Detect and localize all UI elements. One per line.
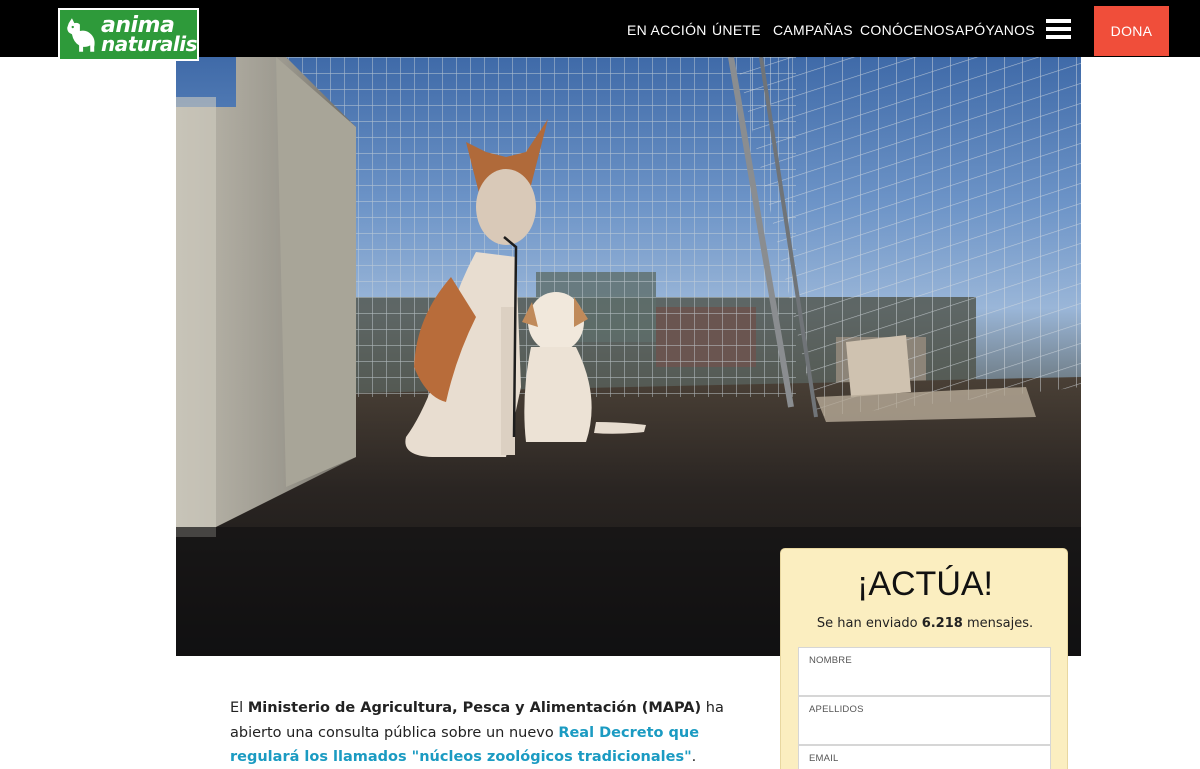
nav-unete[interactable]: ÚNETE bbox=[712, 22, 761, 38]
action-petition-box: ¡ACTÚA! Se han enviado 6.218 mensajes. N… bbox=[780, 548, 1068, 769]
cat-logo-icon bbox=[67, 17, 95, 52]
apellidos-input[interactable] bbox=[809, 719, 1039, 741]
anima-naturalis-logo[interactable]: anima naturalis bbox=[58, 8, 199, 61]
article-paragraph: El Ministerio de Agricultura, Pesca y Al… bbox=[230, 696, 730, 769]
nombre-field[interactable]: NOMBRE bbox=[798, 647, 1051, 696]
article-body: El Ministerio de Agricultura, Pesca y Al… bbox=[230, 696, 730, 769]
menu-hamburger-icon[interactable] bbox=[1046, 19, 1071, 39]
apellidos-field[interactable]: APELLIDOS bbox=[798, 696, 1051, 745]
messages-count: 6.218 bbox=[921, 616, 963, 631]
nav-apoyanos[interactable]: APÓYANOS bbox=[955, 22, 1035, 38]
donate-button[interactable]: DONA bbox=[1094, 6, 1169, 56]
logo-wordmark: anima naturalis bbox=[100, 14, 198, 56]
text-segment: El bbox=[230, 700, 248, 716]
logo-line2: naturalis bbox=[100, 31, 198, 56]
apellidos-label: APELLIDOS bbox=[809, 704, 864, 715]
ministerio-bold-text: Ministerio de Agricultura, Pesca y Alime… bbox=[247, 700, 702, 716]
action-title: ¡ACTÚA! bbox=[857, 565, 993, 603]
email-field[interactable]: EMAIL bbox=[798, 745, 1051, 769]
email-label: EMAIL bbox=[809, 753, 839, 764]
nav-conocenos[interactable]: CONÓCENOS bbox=[860, 22, 955, 38]
nav-campanas[interactable]: CAMPAÑAS bbox=[773, 22, 853, 38]
nav-en-accion[interactable]: EN ACCIÓN bbox=[627, 22, 707, 38]
messages-sent-counter: Se han enviado 6.218 mensajes. bbox=[781, 616, 1069, 631]
nombre-input[interactable] bbox=[809, 670, 1039, 692]
nombre-label: NOMBRE bbox=[809, 655, 852, 666]
counter-suffix: mensajes. bbox=[962, 616, 1034, 631]
counter-prefix: Se han enviado bbox=[816, 616, 922, 631]
